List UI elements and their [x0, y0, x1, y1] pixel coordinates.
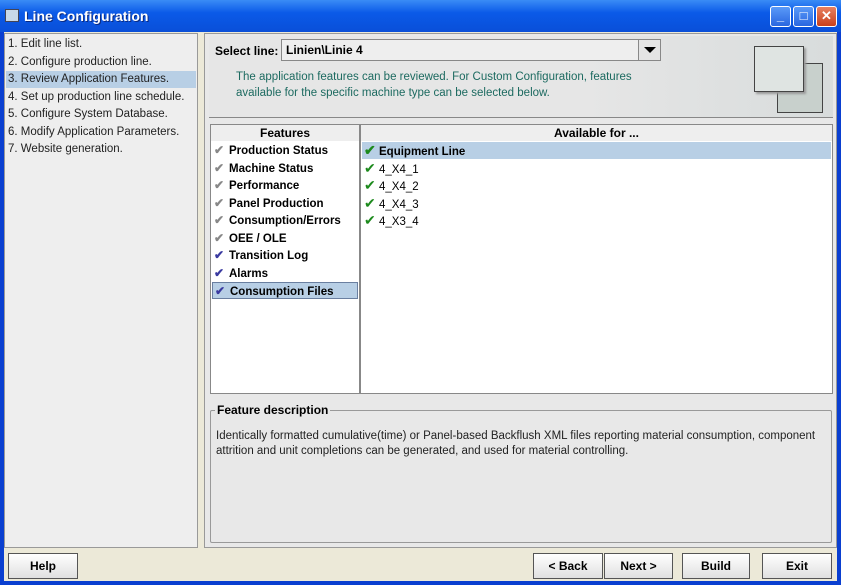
select-line-label: Select line:: [215, 44, 279, 58]
available-header: Available for ...: [361, 125, 832, 141]
features-table: Features ✔ Production Status ✔ Machine Stat…: [210, 124, 360, 394]
available-label: Equipment Line: [379, 146, 466, 158]
checkmark-icon[interactable]: ✔: [214, 247, 229, 264]
wizard-step[interactable]: 6. Modify Application Parameters.: [6, 124, 196, 141]
checkmark-icon[interactable]: ✔: [214, 142, 229, 159]
title-bar[interactable]: Line Configuration _ □ ✕: [0, 0, 841, 32]
wizard-step[interactable]: 7. Website generation.: [6, 141, 196, 158]
checkmark-icon[interactable]: ✔: [214, 160, 229, 177]
feature-row[interactable]: ✔ Performance: [212, 177, 358, 194]
feature-row[interactable]: ✔ Panel Production: [212, 195, 358, 212]
feature-label: Transition Log: [229, 250, 309, 262]
maximize-button[interactable]: □: [793, 6, 814, 27]
checkmark-icon[interactable]: ✔: [364, 142, 379, 159]
back-button[interactable]: < Back: [533, 553, 603, 579]
available-for-table: Available for ... ✔ Equipment Line ✔ 4_X4_1…: [360, 124, 833, 394]
minimize-button[interactable]: _: [770, 6, 791, 27]
feature-description-box: Feature description Identically formatte…: [210, 403, 832, 543]
feature-row[interactable]: ✔ Alarms: [212, 265, 358, 282]
app-icon: [5, 9, 19, 22]
feature-row[interactable]: ✔ Consumption/Errors: [212, 212, 358, 229]
available-label: 4_X4_2: [379, 181, 419, 193]
feature-label: Consumption Files: [230, 286, 334, 298]
features-header: Features: [211, 125, 359, 141]
feature-label: Alarms: [229, 267, 268, 280]
chevron-down-icon[interactable]: [638, 40, 660, 60]
feature-description-legend: Feature description: [215, 403, 331, 417]
build-button[interactable]: Build: [682, 553, 750, 579]
help-button[interactable]: Help: [8, 553, 78, 579]
checkmark-icon[interactable]: ✔: [364, 160, 379, 177]
checkmark-icon[interactable]: ✔: [364, 212, 379, 229]
available-row[interactable]: ✔ 4_X4_3: [362, 195, 831, 212]
feature-label: Production Status: [229, 145, 329, 157]
select-line-value: Linien\Linie 4: [286, 43, 363, 57]
feature-row[interactable]: ✔ Consumption Files: [212, 282, 358, 299]
feature-row[interactable]: ✔ Production Status: [212, 142, 358, 159]
wizard-step[interactable]: 5. Configure System Database.: [6, 106, 196, 123]
info-text: The application features can be reviewed…: [236, 71, 632, 99]
wizard-step[interactable]: 4. Set up production line schedule.: [6, 89, 196, 106]
available-label: 4_X4_3: [379, 198, 419, 211]
header-panel: Select line: Linien\Linie 4 The applicat…: [209, 36, 833, 118]
window-client: 1. Edit line list. 2. Configure productio…: [4, 32, 837, 581]
wizard-step[interactable]: 1. Edit line list.: [6, 36, 196, 53]
checkmark-icon[interactable]: ✔: [214, 177, 229, 194]
available-row[interactable]: ✔ 4_X4_2: [362, 177, 831, 194]
close-button[interactable]: ✕: [816, 6, 837, 27]
feature-label: Performance: [229, 180, 300, 192]
checkmark-icon[interactable]: ✔: [214, 212, 229, 229]
exit-button[interactable]: Exit: [762, 553, 832, 579]
wizard-step[interactable]: 2. Configure production line.: [6, 54, 196, 71]
window-title: Line Configuration: [24, 8, 149, 24]
checkmark-icon[interactable]: ✔: [214, 230, 229, 247]
checkmark-icon[interactable]: ✔: [215, 283, 230, 300]
checkmark-icon[interactable]: ✔: [364, 177, 379, 194]
available-row[interactable]: ✔ Equipment Line: [362, 142, 831, 159]
feature-row[interactable]: ✔ Machine Status: [212, 160, 358, 177]
checkmark-icon[interactable]: ✔: [214, 195, 229, 212]
select-line-dropdown[interactable]: Linien\Linie 4: [281, 39, 661, 61]
feature-description-text: Identically formatted cumulative(time) o…: [216, 430, 816, 457]
feature-label: Panel Production: [229, 197, 324, 210]
feature-label: OEE / OLE: [229, 232, 287, 245]
checkmark-icon[interactable]: ✔: [214, 265, 229, 282]
feature-row[interactable]: ✔ Transition Log: [212, 247, 358, 264]
checkmark-icon[interactable]: ✔: [364, 195, 379, 212]
feature-row[interactable]: ✔ OEE / OLE: [212, 230, 358, 247]
available-row[interactable]: ✔ 4_X3_4: [362, 212, 831, 229]
feature-label: Consumption/Errors: [229, 215, 341, 227]
wizard-steps-list: 1. Edit line list. 2. Configure productio…: [4, 33, 198, 548]
next-button[interactable]: Next >: [604, 553, 673, 579]
main-panel: Select line: Linien\Linie 4 The applicat…: [204, 33, 837, 548]
available-label: 4_X3_4: [379, 216, 419, 228]
available-row[interactable]: ✔ 4_X4_1: [362, 160, 831, 177]
pie-chart-illustration-icon: [754, 46, 804, 92]
available-label: 4_X4_1: [379, 163, 419, 176]
wizard-step[interactable]: 3. Review Application Features.: [6, 71, 196, 88]
feature-label: Machine Status: [229, 162, 314, 175]
